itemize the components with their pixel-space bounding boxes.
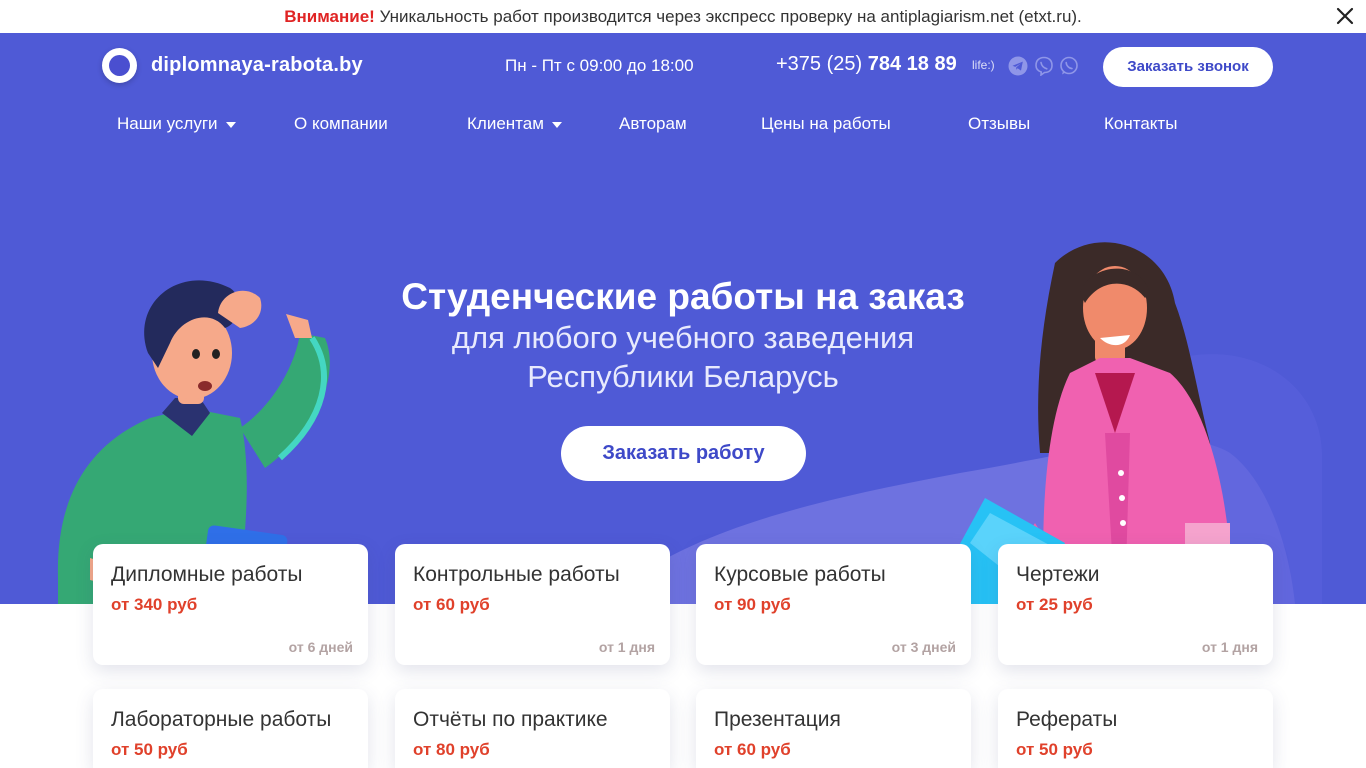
- nav-about[interactable]: О компании: [294, 114, 388, 134]
- hero-section: diplomnaya-rabota.by Пн - Пт с 09:00 до …: [0, 33, 1366, 604]
- caret-down-icon: [225, 121, 236, 128]
- phone-link[interactable]: +375 (25) 784 18 89: [776, 53, 957, 76]
- viber-icon[interactable]: [1034, 56, 1054, 77]
- service-price: от 50 руб: [1016, 740, 1093, 759]
- hero-subtitle: для любого учебного заведения Республики…: [283, 318, 1083, 396]
- logo-icon: [102, 48, 137, 83]
- nav-reviews-label: Отзывы: [968, 114, 1031, 133]
- service-duration: от 1 дня: [598, 639, 655, 655]
- phone-prefix: +375 (25): [776, 53, 863, 75]
- nav-prices-label: Цены на работы: [761, 114, 891, 133]
- caret-down-icon: [551, 121, 562, 128]
- service-card-diploma[interactable]: Дипломные работы от 340 руб от 6 дней: [93, 544, 368, 665]
- hero-title: Студенческие работы на заказ: [401, 276, 965, 317]
- service-card-essays[interactable]: Рефераты от 50 руб: [998, 689, 1273, 768]
- callback-button[interactable]: Заказать звонок: [1103, 47, 1273, 87]
- logo-text: diplomnaya-rabota.by: [151, 54, 363, 76]
- hero-subtitle-line2: Республики Беларусь: [527, 359, 839, 394]
- notice-text: Уникальность работ производится через эк…: [379, 7, 1082, 26]
- nav-contacts[interactable]: Контакты: [1104, 114, 1177, 134]
- service-duration: от 6 дней: [288, 639, 353, 655]
- service-duration: от 3 дней: [891, 639, 956, 655]
- service-price: от 80 руб: [413, 740, 490, 759]
- operator-label: life:): [972, 58, 995, 72]
- nav-contacts-label: Контакты: [1104, 114, 1178, 133]
- service-price: от 25 руб: [1016, 595, 1093, 614]
- notice-warning: Внимание!: [284, 7, 375, 26]
- nav-authors[interactable]: Авторам: [619, 114, 687, 134]
- service-price: от 50 руб: [111, 740, 188, 759]
- site-logo[interactable]: diplomnaya-rabota.by: [102, 48, 363, 83]
- close-icon[interactable]: [1332, 3, 1358, 29]
- service-title: Отчёты по практике: [413, 708, 608, 731]
- service-card-presentation[interactable]: Презентация от 60 руб: [696, 689, 971, 768]
- service-price: от 340 руб: [111, 595, 198, 614]
- nav-clients-label: Клиентам: [467, 114, 544, 133]
- service-card-drawings[interactable]: Чертежи от 25 руб от 1 дня: [998, 544, 1273, 665]
- service-title: Курсовые работы: [714, 563, 886, 586]
- service-price: от 60 руб: [413, 595, 490, 614]
- nav-reviews[interactable]: Отзывы: [968, 114, 1030, 134]
- service-card-control[interactable]: Контрольные работы от 60 руб от 1 дня: [395, 544, 670, 665]
- service-title: Дипломные работы: [111, 563, 303, 586]
- service-duration: от 1 дня: [1201, 639, 1258, 655]
- service-price: от 90 руб: [714, 595, 791, 614]
- service-price: от 60 руб: [714, 740, 791, 759]
- service-title: Лабораторные работы: [111, 708, 332, 731]
- nav-about-label: О компании: [294, 114, 388, 133]
- nav-services-label: Наши услуги: [117, 114, 218, 133]
- service-title: Чертежи: [1016, 563, 1100, 586]
- whatsapp-icon[interactable]: [1059, 56, 1079, 76]
- service-title: Контрольные работы: [413, 563, 620, 586]
- service-card-coursework[interactable]: Курсовые работы от 90 руб от 3 дней: [696, 544, 971, 665]
- service-title: Рефераты: [1016, 708, 1118, 731]
- service-card-practice-report[interactable]: Отчёты по практике от 80 руб: [395, 689, 670, 768]
- hero-subtitle-line1: для любого учебного заведения: [451, 320, 915, 355]
- nav-prices[interactable]: Цены на работы: [761, 114, 891, 134]
- nav-clients[interactable]: Клиентам: [467, 114, 562, 134]
- service-title: Презентация: [714, 708, 841, 731]
- phone-number: 784 18 89: [867, 53, 957, 75]
- working-hours: Пн - Пт с 09:00 до 18:00: [505, 56, 694, 75]
- nav-authors-label: Авторам: [619, 114, 687, 133]
- order-work-button[interactable]: Заказать работу: [561, 426, 806, 481]
- telegram-icon[interactable]: [1008, 56, 1028, 76]
- nav-services[interactable]: Наши услуги: [117, 114, 236, 134]
- notice-bar: Внимание! Уникальность работ производитс…: [0, 0, 1366, 33]
- service-card-lab[interactable]: Лабораторные работы от 50 руб: [93, 689, 368, 768]
